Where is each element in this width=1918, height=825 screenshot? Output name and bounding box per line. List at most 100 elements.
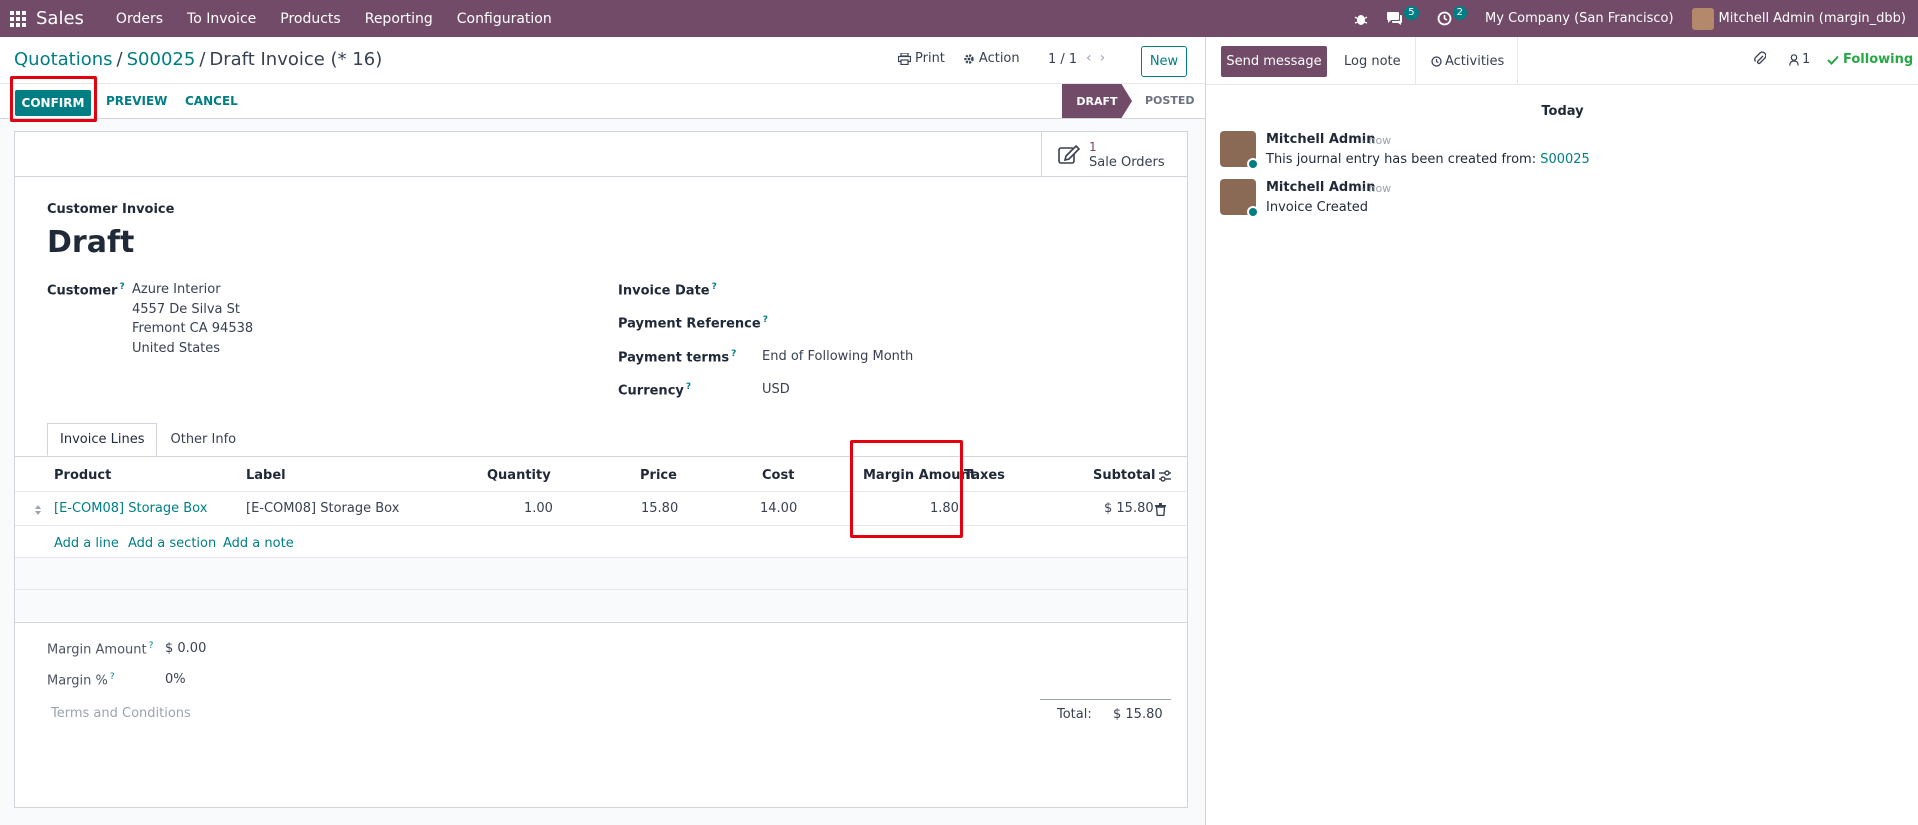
message-avatar[interactable] (1220, 131, 1259, 170)
row-cost[interactable]: 14.00 (760, 501, 797, 516)
col-cost[interactable]: Cost (762, 468, 794, 483)
margin-amount-highlight-box (850, 440, 963, 538)
row-price[interactable]: 15.80 (641, 501, 678, 516)
sale-orders-smart-button[interactable]: 1 Sale Orders (1041, 132, 1187, 177)
customer-street: 4557 De Silva St (132, 301, 240, 317)
message-body: This journal entry has been created from… (1266, 152, 1590, 167)
row-product[interactable]: [E-COM08] Storage Box (54, 501, 207, 516)
row-subtotal: $ 15.80 (1104, 501, 1154, 516)
currency-field[interactable]: USD (762, 380, 790, 400)
top-navbar: Sales Orders To Invoice Products Reporti… (0, 0, 1918, 37)
following-button[interactable]: Following (1827, 52, 1913, 67)
pager-value[interactable]: 1 / 1 (1048, 52, 1077, 67)
margin-amount-value: $ 0.00 (165, 641, 207, 656)
optional-columns-icon[interactable] (1158, 470, 1172, 482)
col-price[interactable]: Price (640, 468, 677, 483)
cancel-button[interactable]: CANCEL (185, 94, 238, 108)
menu-reporting[interactable]: Reporting (353, 0, 445, 37)
customer-country: United States (132, 340, 221, 356)
empty-row (15, 557, 1187, 589)
menu-orders[interactable]: Orders (104, 0, 175, 37)
trash-icon[interactable] (1155, 503, 1166, 516)
add-section-link[interactable]: Add a section (128, 536, 216, 551)
stage-draft[interactable]: DRAFT (1062, 84, 1132, 118)
menu-products[interactable]: Products (268, 0, 352, 37)
margin-percent-value: 0% (165, 672, 186, 687)
message-author[interactable]: Mitchell Admin (1266, 180, 1375, 195)
tab-other-info[interactable]: Other Info (157, 423, 249, 456)
online-status-icon (1247, 158, 1259, 170)
document-type: Customer Invoice (47, 202, 175, 217)
help-icon[interactable]: ? (712, 282, 717, 292)
help-icon[interactable]: ? (731, 349, 736, 359)
print-button[interactable]: Print (898, 51, 945, 66)
sale-orders-label: Sale Orders (1089, 155, 1165, 170)
tab-invoice-lines[interactable]: Invoice Lines (47, 423, 158, 456)
breadcrumb-order[interactable]: S00025 (127, 49, 196, 70)
help-icon[interactable]: ? (110, 672, 115, 682)
col-quantity[interactable]: Quantity (487, 468, 551, 483)
message-time: - now (1361, 182, 1392, 195)
notebook-tabs: Invoice Lines Other Info (47, 423, 249, 456)
bug-icon[interactable] (1354, 12, 1368, 26)
new-button[interactable]: New (1141, 46, 1187, 77)
company-switcher[interactable]: My Company (San Francisco) (1485, 11, 1673, 26)
send-message-button[interactable]: Send message (1221, 46, 1327, 77)
pager-previous-icon[interactable]: ‹ (1086, 50, 1100, 66)
clock-icon (1431, 56, 1442, 67)
chatter-panel: Send message Log note Activities 1 Follo… (1205, 37, 1918, 825)
margin-amount-label: Margin Amount? (47, 641, 154, 658)
action-button[interactable]: Action (963, 51, 1020, 66)
message-author[interactable]: Mitchell Admin (1266, 132, 1375, 147)
customer-label: Customer? (47, 282, 125, 299)
log-note-button[interactable]: Log note (1344, 54, 1401, 69)
payment-reference-label: Payment Reference? (618, 315, 768, 332)
activities-clock-icon[interactable]: 2 (1437, 5, 1468, 26)
app-brand[interactable]: Sales (36, 8, 84, 29)
add-note-link[interactable]: Add a note (223, 536, 294, 551)
col-product[interactable]: Product (54, 468, 111, 483)
messages-icon[interactable]: 5 (1386, 5, 1419, 26)
help-icon[interactable]: ? (149, 641, 154, 651)
breadcrumb-current: Draft Invoice (* 16) (209, 49, 383, 70)
payment-terms-field[interactable]: End of Following Month (762, 347, 913, 367)
activities-button[interactable]: Activities (1431, 54, 1504, 69)
breadcrumb-quotations[interactable]: Quotations (14, 49, 113, 70)
col-taxes[interactable]: Taxes (964, 468, 1005, 483)
col-label[interactable]: Label (246, 468, 286, 483)
breadcrumb: Quotations / S00025/Draft Invoice (* 16) (14, 49, 383, 70)
terms-conditions-field[interactable]: Terms and Conditions (51, 706, 191, 721)
form-sheet: 1 Sale Orders Customer Invoice Draft Cus… (14, 131, 1188, 808)
customer-field[interactable]: Azure Interior 4557 De Silva St Fremont … (132, 280, 253, 358)
app-menu-icon[interactable] (0, 0, 36, 37)
drag-handle-icon[interactable] (34, 504, 42, 516)
user-menu[interactable]: Mitchell Admin (margin_dbb) (1691, 7, 1906, 30)
message-record-link[interactable]: S00025 (1540, 152, 1590, 167)
control-panel: Quotations / S00025/Draft Invoice (* 16) P… (0, 37, 1205, 84)
sale-orders-count: 1 (1089, 140, 1097, 154)
col-subtotal[interactable]: Subtotal (1093, 468, 1156, 483)
paperclip-icon[interactable] (1754, 51, 1766, 66)
add-line-link[interactable]: Add a line (54, 536, 119, 551)
user-icon (1789, 53, 1799, 66)
row-quantity[interactable]: 1.00 (524, 501, 553, 516)
preview-button[interactable]: PREVIEW (106, 94, 167, 108)
gear-icon (964, 53, 974, 64)
help-icon[interactable]: ? (686, 382, 691, 392)
stage-posted[interactable]: POSTED (1145, 94, 1194, 107)
empty-row (15, 589, 1187, 621)
menu-to-invoice[interactable]: To Invoice (175, 0, 268, 37)
help-icon[interactable]: ? (763, 315, 768, 325)
message-avatar[interactable] (1220, 179, 1259, 218)
customer-name: Azure Interior (132, 282, 221, 297)
document-title: Draft (47, 225, 135, 260)
menu-configuration[interactable]: Configuration (445, 0, 564, 37)
confirm-highlight-box (10, 76, 97, 122)
check-icon (1827, 55, 1839, 65)
help-icon[interactable]: ? (119, 282, 124, 292)
date-separator: Today (1541, 104, 1584, 119)
message-time: - now (1361, 134, 1392, 147)
row-label[interactable]: [E-COM08] Storage Box (246, 501, 399, 516)
pager-next-icon[interactable]: › (1100, 50, 1114, 66)
followers-button[interactable]: 1 (1789, 52, 1810, 67)
